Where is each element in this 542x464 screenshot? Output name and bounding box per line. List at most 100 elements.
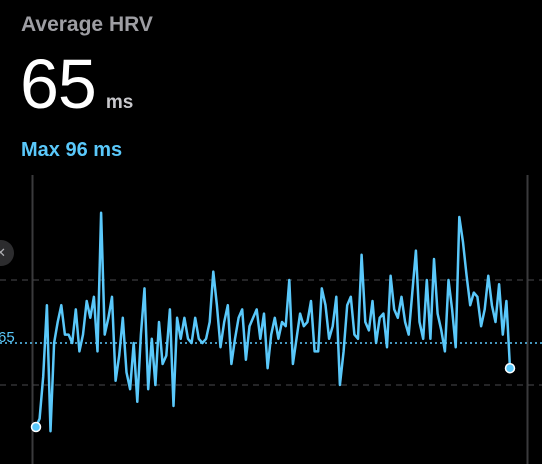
data-point xyxy=(183,317,185,319)
data-point xyxy=(335,296,337,298)
data-point xyxy=(277,338,279,340)
data-point xyxy=(143,287,145,289)
data-point xyxy=(476,296,478,298)
data-point xyxy=(407,333,409,335)
data-point xyxy=(208,321,210,323)
data-point xyxy=(212,270,214,272)
data-point xyxy=(125,371,127,373)
data-point xyxy=(180,338,182,340)
data-point xyxy=(104,333,106,335)
data-point xyxy=(49,430,51,432)
data-point xyxy=(114,380,116,382)
data-point xyxy=(422,338,424,340)
data-point xyxy=(252,317,254,319)
data-point xyxy=(368,329,370,331)
data-point xyxy=(295,338,297,340)
data-point xyxy=(487,275,489,277)
data-point xyxy=(53,342,55,344)
data-point xyxy=(38,417,40,419)
data-point xyxy=(328,338,330,340)
data-point xyxy=(389,275,391,277)
data-point xyxy=(505,300,507,302)
data-point xyxy=(357,338,359,340)
data-point xyxy=(274,317,276,319)
data-point xyxy=(494,321,496,323)
average-reference-label: 65 xyxy=(0,329,15,346)
data-point xyxy=(227,304,229,306)
data-point xyxy=(404,321,406,323)
data-point xyxy=(465,275,467,277)
data-point xyxy=(299,312,301,314)
data-point xyxy=(447,279,449,281)
data-point xyxy=(371,300,373,302)
data-point xyxy=(111,296,113,298)
data-point xyxy=(263,312,265,314)
data-point xyxy=(198,338,200,340)
data-point xyxy=(78,350,80,352)
data-point xyxy=(469,304,471,306)
hrv-line-chart: 65 xyxy=(0,175,542,464)
data-point xyxy=(458,216,460,218)
data-point xyxy=(147,388,149,390)
data-point xyxy=(132,342,134,344)
data-point xyxy=(216,304,218,306)
data-point xyxy=(418,321,420,323)
data-point xyxy=(303,325,305,327)
data-point xyxy=(375,342,377,344)
data-point xyxy=(473,291,475,293)
data-point xyxy=(321,287,323,289)
data-point xyxy=(176,317,178,319)
data-point xyxy=(71,342,73,344)
data-point xyxy=(129,388,131,390)
data-point xyxy=(169,308,171,310)
data-point xyxy=(57,321,59,323)
data-point xyxy=(165,354,167,356)
data-point xyxy=(190,342,192,344)
data-point xyxy=(346,304,348,306)
data-point xyxy=(158,321,160,323)
data-point xyxy=(324,304,326,306)
data-point xyxy=(194,317,196,319)
hrv-series xyxy=(30,211,516,433)
data-point xyxy=(379,317,381,319)
data-point xyxy=(248,325,250,327)
data-point xyxy=(281,321,283,323)
data-point xyxy=(230,363,232,365)
data-point xyxy=(270,333,272,335)
data-point xyxy=(415,249,417,251)
data-point xyxy=(480,325,482,327)
data-point xyxy=(455,346,457,348)
data-point xyxy=(397,317,399,319)
data-point xyxy=(306,321,308,323)
data-point xyxy=(118,354,120,356)
data-point xyxy=(266,367,268,369)
data-point xyxy=(382,312,384,314)
data-point xyxy=(89,317,91,319)
data-point xyxy=(502,333,504,335)
data-point xyxy=(498,283,500,285)
data-point xyxy=(205,338,207,340)
data-point xyxy=(288,279,290,281)
data-point xyxy=(201,342,203,344)
data-point xyxy=(310,300,312,302)
data-point xyxy=(451,308,453,310)
data-point xyxy=(161,363,163,365)
data-point xyxy=(400,296,402,298)
data-point xyxy=(122,317,124,319)
data-point xyxy=(85,300,87,302)
data-point xyxy=(42,375,44,377)
data-point xyxy=(313,350,315,352)
series-end-point xyxy=(504,362,516,374)
data-point xyxy=(96,350,98,352)
data-point xyxy=(64,333,66,335)
data-point xyxy=(172,405,174,407)
data-point xyxy=(46,304,48,306)
hrv-series-line xyxy=(34,211,512,433)
data-point xyxy=(393,308,395,310)
data-point xyxy=(241,308,243,310)
data-point xyxy=(237,317,239,319)
data-point xyxy=(151,338,153,340)
data-point xyxy=(462,241,464,243)
data-point xyxy=(292,363,294,365)
data-point xyxy=(245,359,247,361)
